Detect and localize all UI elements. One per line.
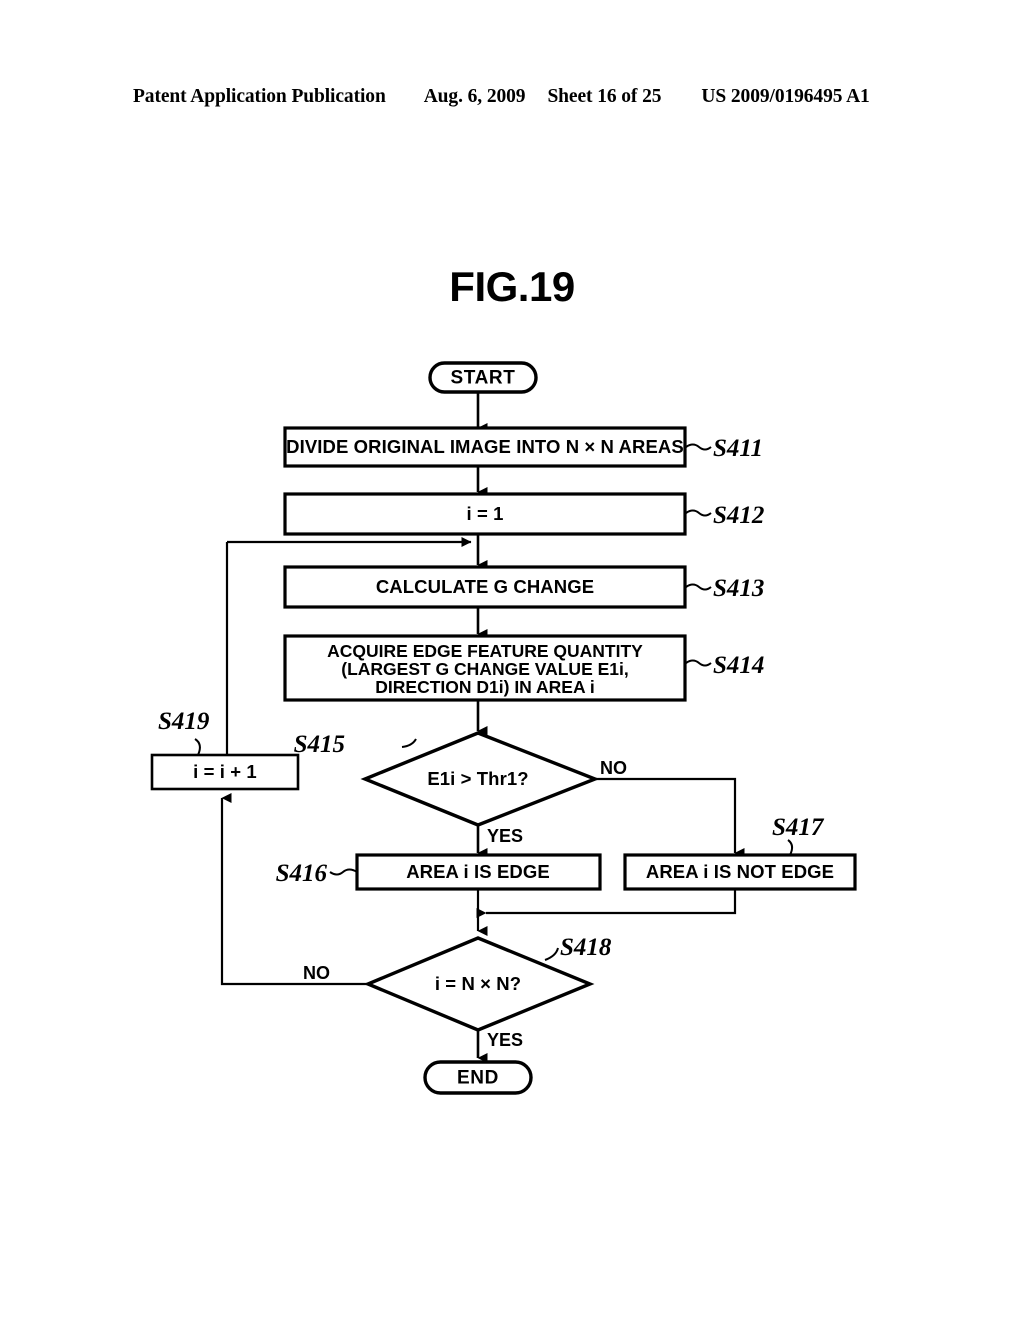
node-start: START [428, 361, 538, 394]
s416-text: AREA i IS EDGE [406, 861, 550, 882]
s411-leader-line [685, 443, 712, 451]
node-end: END [423, 1060, 533, 1095]
s414-step-label: S414 [713, 652, 764, 679]
start-label: START [451, 368, 516, 389]
s412-leader-line [685, 509, 712, 517]
s415-text: E1i > Thr1? [427, 768, 528, 789]
end-label: END [457, 1068, 499, 1089]
s418-leader-line [544, 947, 559, 961]
s415-no-branch-label: NO [600, 758, 627, 778]
s414-text-line1: ACQUIRE EDGE FEATURE QUANTITY [327, 641, 643, 661]
s417-text: AREA i IS NOT EDGE [646, 861, 834, 882]
s419-leader-line [194, 738, 201, 756]
s414-text-line2: (LARGEST G CHANGE VALUE E1i, [341, 659, 628, 679]
node-s415: E1i > Thr1? [360, 731, 600, 827]
node-s412: i = 1 [283, 492, 687, 536]
patent-drawing-page: Patent Application Publication Aug. 6, 2… [0, 0, 1024, 1320]
s415-step-label: S415 [294, 731, 345, 758]
s418-text: i = N × N? [435, 973, 521, 994]
s414-text-line3: DIRECTION D1i) IN AREA i [375, 677, 594, 697]
s418-no-branch-label: NO [303, 963, 330, 983]
s417-step-label: S417 [772, 814, 825, 841]
node-s416: AREA i IS EDGE [355, 853, 602, 891]
s419-step-label: S419 [158, 708, 210, 735]
s412-text: i = 1 [466, 503, 503, 524]
node-s417: AREA i IS NOT EDGE [623, 853, 857, 891]
s415-leader-line [401, 738, 417, 748]
s416-leader-line [329, 868, 358, 876]
s417-leader-line [787, 839, 794, 856]
s419-text: i = i + 1 [193, 761, 257, 782]
s418-yes-branch-label: YES [487, 1030, 523, 1050]
s415-yes-branch-label: YES [487, 826, 523, 846]
node-s414: ACQUIRE EDGE FEATURE QUANTITY (LARGEST G… [283, 634, 687, 702]
s413-leader-line [685, 583, 712, 591]
connector-s418-no-to-s419 [220, 793, 368, 986]
connector-s417-to-merge [476, 889, 737, 918]
s411-text: DIVIDE ORIGINAL IMAGE INTO N × N AREAS [286, 436, 684, 457]
s412-step-label: S412 [713, 502, 764, 529]
s411-step-label: S411 [713, 435, 763, 462]
s416-step-label: S416 [276, 860, 328, 887]
connector-s415-no-to-s417 [595, 777, 745, 858]
s413-text: CALCULATE G CHANGE [376, 576, 594, 597]
s418-step-label: S418 [560, 934, 612, 961]
s413-step-label: S413 [713, 575, 764, 602]
flowchart-diagram: START DIVIDE ORIGINAL IMAGE INTO N × N A… [150, 361, 857, 1095]
node-s419: i = i + 1 [150, 753, 300, 791]
node-s411: DIVIDE ORIGINAL IMAGE INTO N × N AREAS [283, 426, 687, 468]
node-s413: CALCULATE G CHANGE [283, 565, 687, 609]
s414-leader-line [685, 659, 712, 667]
